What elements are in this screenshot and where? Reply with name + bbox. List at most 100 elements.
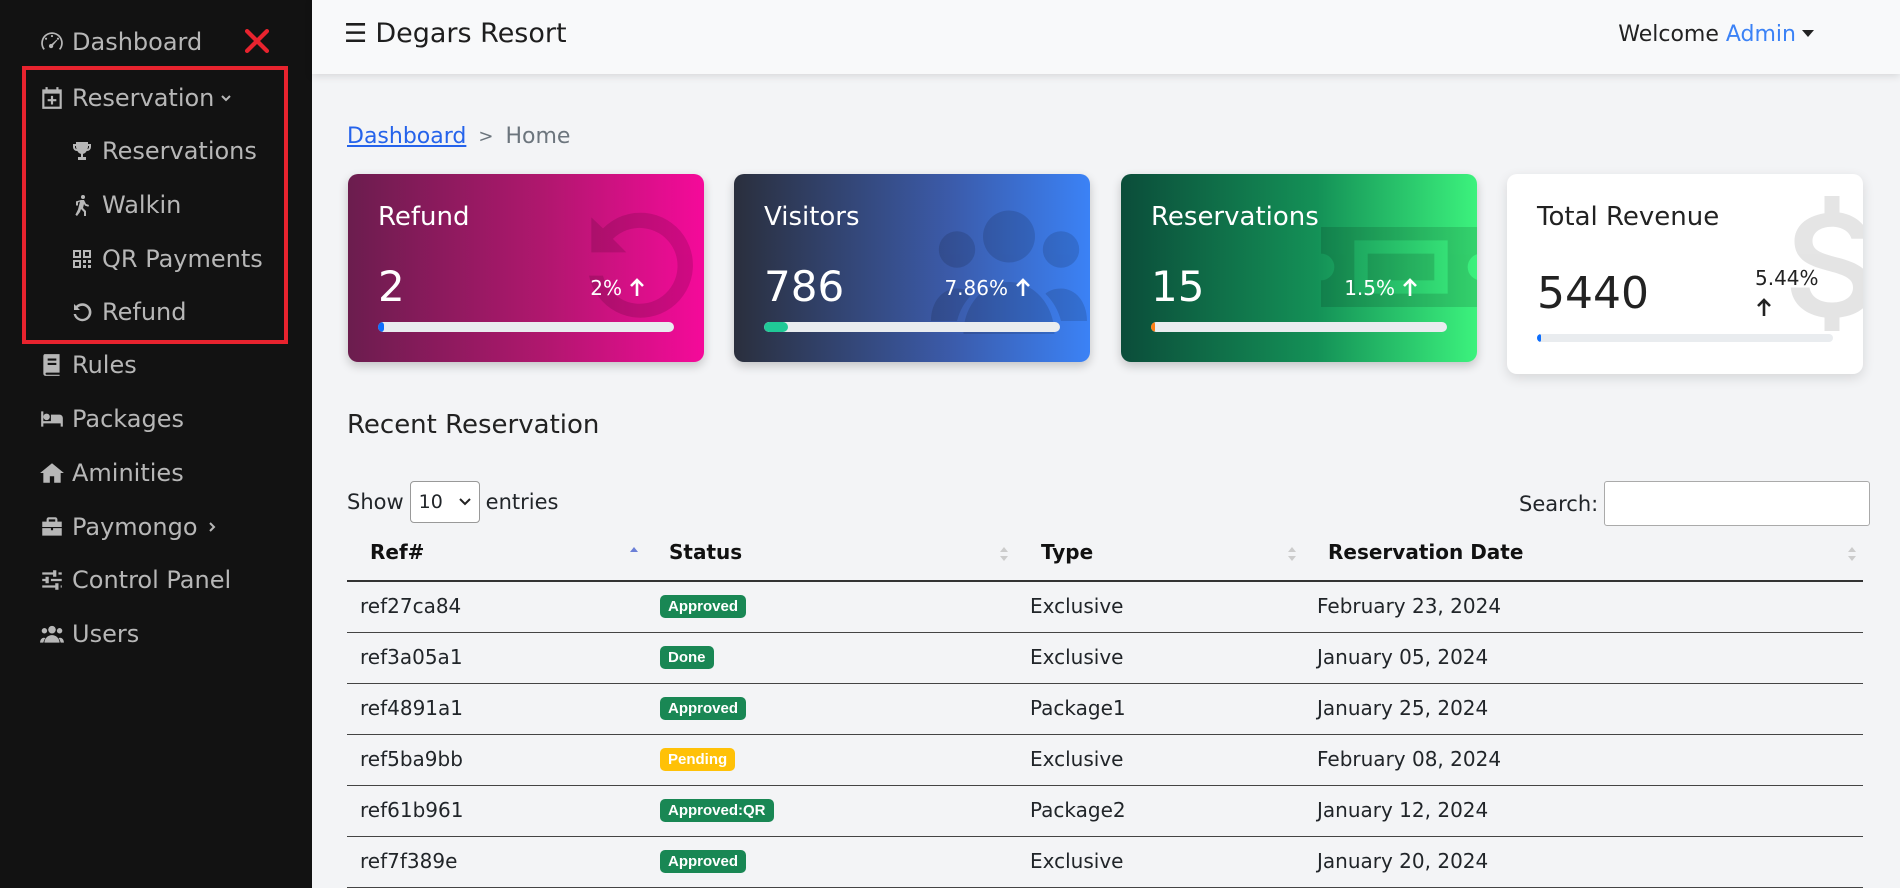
column-header-reservation-date[interactable]: Reservation Date — [1328, 540, 1523, 564]
arrow-up-icon — [1403, 278, 1417, 296]
sliders-icon — [38, 566, 66, 594]
card-value: 5440 — [1537, 268, 1649, 319]
sidebar: Dashboard Reservation Reservations Walki… — [0, 0, 312, 888]
house-icon — [38, 459, 66, 487]
sidebar-item-rules[interactable]: Rules — [38, 351, 137, 379]
search-input[interactable] — [1604, 481, 1871, 526]
progress-bar — [764, 322, 1060, 332]
sort-icon[interactable] — [1847, 544, 1857, 564]
progress-fill — [1537, 334, 1542, 342]
status-badge: Approved — [660, 850, 747, 873]
entries-label: entries — [485, 490, 559, 514]
table-header: Ref# Status Type Reservation Date — [347, 530, 1863, 582]
arrow-up-icon — [630, 278, 644, 296]
entries-value: 10 — [418, 491, 443, 513]
cell-type: Exclusive — [1030, 849, 1124, 873]
search-control: Search: — [1519, 481, 1871, 526]
progress-bar — [1151, 322, 1447, 332]
progress-fill — [378, 322, 384, 332]
entries-control: Show 10 entries — [347, 481, 558, 523]
table-row[interactable]: ref61b961 Approved:QR Package2 January 1… — [347, 786, 1863, 837]
sidebar-item-label: Packages — [72, 405, 184, 433]
cell-type: Exclusive — [1030, 645, 1124, 669]
cell-type: Exclusive — [1030, 594, 1124, 618]
chevron-right-icon — [208, 522, 215, 532]
breadcrumb-current: Home — [505, 124, 571, 149]
status-badge: Pending — [660, 748, 736, 771]
cell-type: Exclusive — [1030, 747, 1124, 771]
chevron-down-icon — [458, 498, 471, 506]
cell-ref: ref4891a1 — [360, 696, 464, 720]
cell-ref: ref3a05a1 — [360, 645, 463, 669]
user-menu[interactable]: Welcome Admin — [1618, 22, 1814, 47]
column-header-ref[interactable]: Ref# — [370, 540, 424, 564]
book-icon — [38, 351, 66, 379]
table-row[interactable]: ref5ba9bb Pending Exclusive February 08,… — [347, 735, 1863, 786]
welcome-text: Welcome — [1618, 22, 1719, 47]
table-row[interactable]: ref27ca84 Approved Exclusive February 23… — [347, 582, 1863, 633]
close-icon[interactable] — [240, 24, 274, 58]
card-title: Refund — [378, 202, 470, 232]
status-badge: Done — [660, 646, 714, 669]
sort-icon[interactable] — [1287, 544, 1297, 564]
reservation-table: Ref# Status Type Reservation Date ref27c… — [347, 530, 1863, 888]
cell-date: February 23, 2024 — [1317, 594, 1502, 618]
card-percent: 2% — [590, 276, 646, 300]
bed-icon — [38, 405, 66, 433]
cell-type: Package2 — [1030, 798, 1126, 822]
gauge-icon — [38, 28, 66, 56]
table-row[interactable]: ref4891a1 Approved Package1 January 25, … — [347, 684, 1863, 735]
progress-bar — [1537, 334, 1833, 342]
cell-ref: ref27ca84 — [360, 594, 462, 618]
brand[interactable]: ☰ Degars Resort — [344, 18, 567, 49]
search-label: Search: — [1519, 491, 1599, 516]
sort-asc-icon[interactable] — [629, 544, 639, 564]
users-icon — [931, 210, 1087, 334]
table-row[interactable]: ref7f389e Approved Exclusive January 20,… — [347, 837, 1863, 888]
cell-ref: ref61b961 — [360, 798, 464, 822]
topbar: ☰ Degars Resort Welcome Admin — [312, 0, 1900, 74]
card-title: Reservations — [1151, 202, 1319, 232]
sidebar-item-dashboard[interactable]: Dashboard — [38, 28, 202, 56]
sidebar-item-label: Users — [72, 620, 140, 648]
status-badge: Approved:QR — [660, 799, 774, 822]
cell-date: January 20, 2024 — [1317, 849, 1489, 873]
sidebar-item-paymongo[interactable]: Paymongo — [38, 513, 218, 541]
total-revenue-card: Total Revenue 5440 5.44% — [1507, 174, 1863, 374]
card-percent: 5.44% — [1755, 266, 1819, 318]
arrow-up-icon — [1016, 278, 1030, 296]
breadcrumb-dashboard-link[interactable]: Dashboard — [347, 124, 466, 149]
card-percent: 1.5% — [1344, 276, 1419, 300]
cell-ref: ref5ba9bb — [360, 747, 463, 771]
menu-icon[interactable]: ☰ — [344, 19, 367, 49]
breadcrumb: Dashboard > Home — [347, 124, 570, 149]
status-badge: Approved — [660, 595, 747, 618]
briefcase-icon — [38, 513, 66, 541]
sidebar-item-control-panel[interactable]: Control Panel — [38, 566, 231, 594]
breadcrumb-separator: > — [478, 126, 494, 147]
status-badge: Approved — [660, 697, 747, 720]
sidebar-item-aminities[interactable]: Aminities — [38, 459, 184, 487]
sidebar-item-packages[interactable]: Packages — [38, 405, 184, 433]
entries-select[interactable]: 10 — [409, 481, 480, 523]
card-percent-text: 2% — [590, 276, 622, 300]
card-percent-text: 1.5% — [1344, 276, 1395, 300]
visitors-card: Visitors 786 7.86% — [734, 174, 1090, 362]
ticket-icon — [1321, 227, 1477, 307]
card-title: Total Revenue — [1537, 202, 1720, 232]
caret-down-icon — [1802, 30, 1814, 37]
table-row[interactable]: ref3a05a1 Done Exclusive January 05, 202… — [347, 633, 1863, 684]
sort-icon[interactable] — [999, 544, 1009, 564]
cell-date: February 08, 2024 — [1317, 747, 1502, 771]
reservations-card: Reservations 15 1.5% — [1121, 174, 1477, 362]
card-percent-text: 7.86% — [944, 276, 1008, 300]
sidebar-item-users[interactable]: Users — [38, 620, 139, 648]
card-percent-text: 5.44% — [1755, 266, 1819, 290]
sidebar-item-label: Rules — [72, 351, 137, 379]
column-header-type[interactable]: Type — [1041, 540, 1093, 564]
progress-fill — [1151, 322, 1156, 332]
column-header-status[interactable]: Status — [669, 540, 742, 564]
progress-fill — [764, 322, 788, 332]
section-title: Recent Reservation — [347, 410, 600, 440]
card-value: 15 — [1151, 262, 1205, 311]
